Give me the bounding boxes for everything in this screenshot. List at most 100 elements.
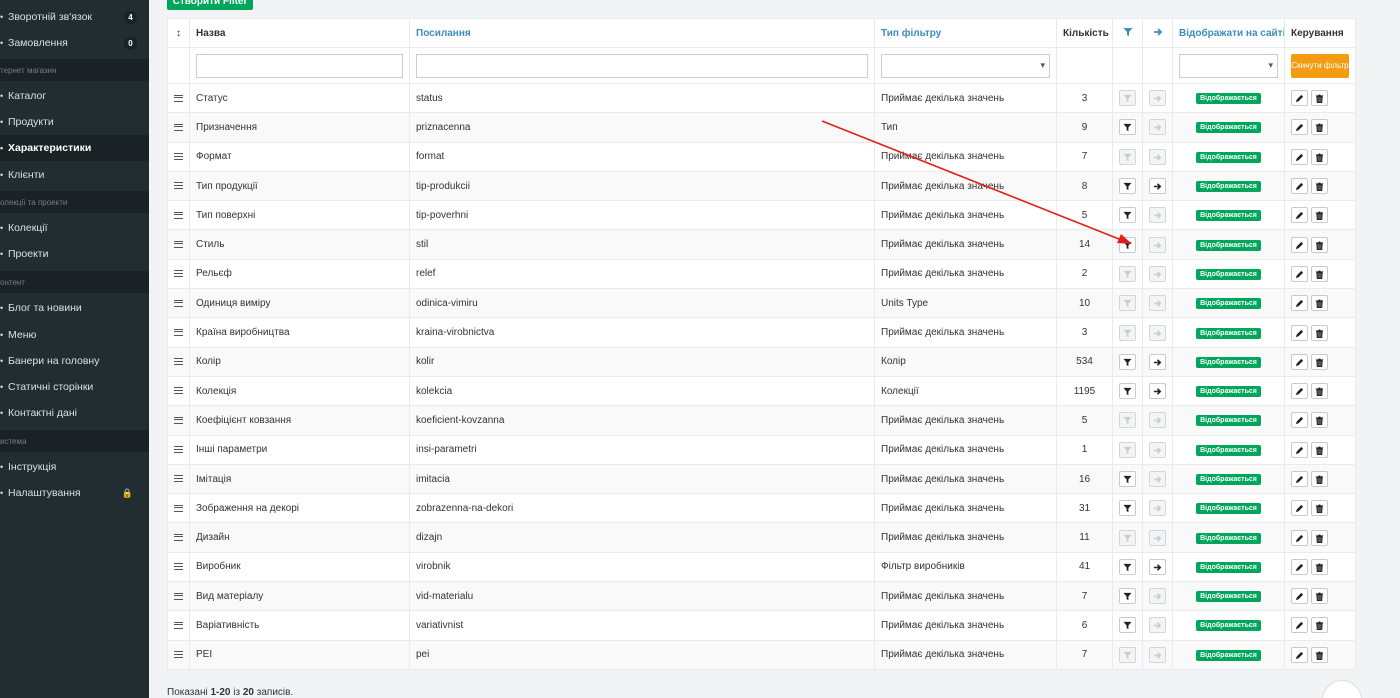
edit-button[interactable] [1291,646,1308,663]
delete-button[interactable] [1311,207,1328,224]
delete-button[interactable] [1311,588,1328,605]
url-column-header[interactable]: Посилання [409,18,875,48]
sidebar-item-11[interactable]: • Статичні сторінки [0,375,149,399]
edit-button[interactable] [1291,90,1308,107]
reset-filter-button[interactable]: Скинути фільтр [1291,53,1349,78]
edit-button[interactable] [1291,236,1308,253]
drag-handle[interactable] [167,288,190,319]
arrow-toggle-button[interactable] [1149,207,1166,224]
drag-handle[interactable] [167,463,190,495]
delete-button[interactable] [1311,148,1328,165]
sidebar-item-12[interactable]: • Контактні дані [0,401,149,425]
sidebar-item-14[interactable]: • Налаштування 🔒 [0,481,149,505]
edit-button[interactable] [1291,558,1308,575]
arrow-toggle-button[interactable] [1149,529,1166,546]
filter-toggle-button[interactable] [1119,529,1136,546]
show-status-badge[interactable]: Відображається [1196,93,1261,105]
drag-handle[interactable] [167,522,190,553]
delete-button[interactable] [1311,441,1328,458]
show-status-badge[interactable]: Відображається [1196,474,1261,485]
filter-toggle-button[interactable] [1119,148,1136,165]
edit-button[interactable] [1291,617,1308,634]
edit-button[interactable] [1291,471,1308,487]
delete-button[interactable] [1311,529,1328,546]
arrow-toggle-button[interactable] [1149,646,1166,663]
delete-button[interactable] [1311,236,1328,253]
edit-button[interactable] [1291,178,1308,195]
arrow-toggle-button[interactable] [1149,471,1166,487]
filter-toggle-button[interactable] [1119,119,1136,136]
show-status-badge[interactable]: Відображається [1196,561,1261,573]
filter-toggle-button[interactable] [1119,412,1136,429]
edit-button[interactable] [1291,500,1308,517]
filter-toggle-button[interactable] [1119,471,1136,487]
drag-handle[interactable] [167,375,190,407]
delete-button[interactable] [1311,500,1328,517]
show-status-badge[interactable]: Відображається [1196,181,1261,193]
edit-button[interactable] [1291,441,1308,458]
edit-button[interactable] [1291,529,1308,546]
filter-toggle-button[interactable] [1119,500,1136,517]
delete-button[interactable] [1311,558,1328,575]
sidebar-item-3[interactable]: • Продукти [0,110,149,134]
show-status-badge[interactable]: Відображається [1196,327,1261,339]
edit-button[interactable] [1291,383,1308,400]
create-filter-button[interactable]: Створити Filter [167,0,253,10]
show-status-badge[interactable]: Відображається [1196,151,1261,163]
delete-button[interactable] [1311,471,1328,487]
arrow-toggle-button[interactable] [1149,265,1166,282]
show-status-badge[interactable]: Відображається [1196,620,1261,632]
arrow-toggle-button[interactable] [1149,324,1166,341]
help-button[interactable] [1322,680,1362,698]
delete-button[interactable] [1311,295,1328,312]
sidebar-item-13[interactable]: • Інструкція [0,455,149,479]
drag-handle[interactable] [167,493,190,524]
sidebar-item-4[interactable]: • Характеристики [0,135,149,161]
sidebar-item-5[interactable]: • Клієнти [0,163,149,187]
arrow-toggle-button[interactable] [1149,383,1166,400]
arrow-toggle-button[interactable] [1149,412,1166,429]
drag-handle[interactable] [167,112,190,143]
filter-toggle-button[interactable] [1119,441,1136,458]
arrow-toggle-button[interactable] [1149,617,1166,634]
filter-toggle-button[interactable] [1119,646,1136,663]
filter-toggle-button[interactable] [1119,324,1136,341]
name-filter-input[interactable] [196,53,403,78]
delete-button[interactable] [1311,353,1328,370]
arrow-toggle-button[interactable] [1149,353,1166,370]
filter-toggle-button[interactable] [1119,617,1136,634]
url-filter-input[interactable] [416,53,868,78]
edit-button[interactable] [1291,207,1308,224]
drag-handle[interactable] [167,229,190,260]
show-status-badge[interactable]: Відображається [1196,532,1261,544]
edit-button[interactable] [1291,353,1308,370]
sidebar-item-10[interactable]: • Банери на головну [0,349,149,373]
sidebar-item-7[interactable]: • Проекти [0,242,149,266]
delete-button[interactable] [1311,265,1328,282]
filter-toggle-button[interactable] [1119,236,1136,253]
drag-handle[interactable] [167,170,190,202]
drag-handle[interactable] [167,551,190,583]
drag-handle[interactable] [167,639,190,670]
type-filter-select[interactable] [881,53,1050,78]
sidebar-item-0[interactable]: • Зворотній зв'язок 4 [0,5,149,29]
sidebar-item-6[interactable]: • Колекції [0,216,149,240]
sidebar-item-8[interactable]: • Блог та новини [0,296,149,320]
delete-button[interactable] [1311,178,1328,195]
filter-column-header[interactable] [1112,18,1143,48]
show-status-badge[interactable]: Відображається [1196,649,1261,661]
filter-toggle-button[interactable] [1119,558,1136,575]
edit-button[interactable] [1291,324,1308,341]
edit-button[interactable] [1291,412,1308,429]
show-status-badge[interactable]: Відображається [1196,239,1261,251]
filter-toggle-button[interactable] [1119,295,1136,312]
show-column-header[interactable]: Відображати на сайті [1172,18,1285,48]
show-status-badge[interactable]: Відображається [1196,503,1261,515]
type-column-header[interactable]: Тип фільтру [874,18,1057,48]
drag-handle[interactable] [167,581,190,612]
arrow-toggle-button[interactable] [1149,148,1166,165]
drag-handle[interactable] [167,434,190,465]
arrow-toggle-button[interactable] [1149,441,1166,458]
edit-button[interactable] [1291,588,1308,605]
show-status-badge[interactable]: Відображається [1196,591,1261,603]
